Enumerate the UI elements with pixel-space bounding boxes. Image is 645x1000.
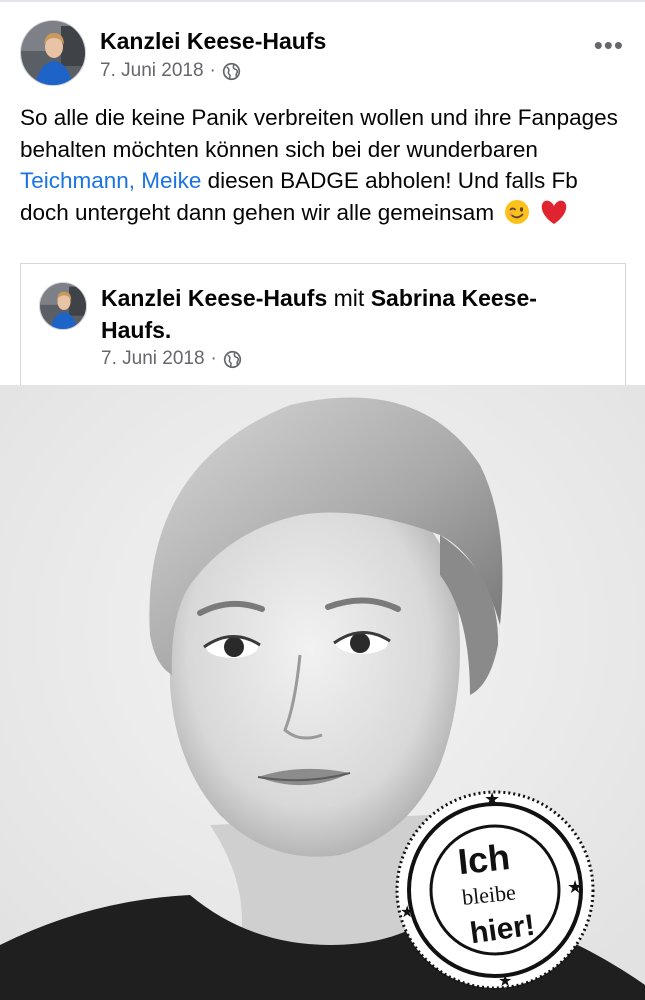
mention-link[interactable]: Teichmann, Meike xyxy=(20,168,201,193)
shared-meta-separator: · xyxy=(210,348,217,369)
badge-line1: Ich xyxy=(456,836,512,882)
red-heart-emoji xyxy=(541,200,566,224)
shared-post-date[interactable]: 7. Juni 2018 xyxy=(101,348,205,370)
svg-text:★: ★ xyxy=(484,789,500,810)
shared-post-card[interactable]: Kanzlei Keese-Haufs mit Sabrina Keese-Ha… xyxy=(20,263,626,385)
shared-post-title: Kanzlei Keese-Haufs mit Sabrina Keese-Ha… xyxy=(101,282,601,346)
shared-author-name[interactable]: Kanzlei Keese-Haufs xyxy=(101,285,327,311)
post-author-name[interactable]: Kanzlei Keese-Haufs xyxy=(100,28,326,55)
shared-page-avatar[interactable] xyxy=(39,282,87,330)
globe-icon xyxy=(222,62,241,80)
post-header: Kanzlei Keese-Haufs 7. Juni 2018 · ••• xyxy=(20,20,630,90)
meta-separator: · xyxy=(209,60,216,81)
more-options-button[interactable]: ••• xyxy=(594,30,624,61)
post-date[interactable]: 7. Juni 2018 xyxy=(100,60,204,82)
top-divider xyxy=(0,0,645,2)
globe-icon xyxy=(223,350,242,368)
svg-text:★: ★ xyxy=(567,877,583,898)
winking-face-emoji xyxy=(505,199,530,224)
shared-post-meta: 7. Juni 2018 · xyxy=(101,348,242,370)
svg-text:★: ★ xyxy=(498,971,512,990)
post-meta: 7. Juni 2018 · xyxy=(100,60,241,82)
post-text-part1: So alle die keine Panik verbreiten wolle… xyxy=(20,105,618,162)
post-text: So alle die keine Panik verbreiten wolle… xyxy=(20,102,630,228)
page-avatar[interactable] xyxy=(20,20,86,86)
badge-sticker: ★ ★ ★ ★ Ich bleibe hier! xyxy=(395,789,595,990)
post-photo[interactable]: ★ ★ ★ ★ Ich bleibe hier! xyxy=(0,385,645,1000)
svg-text:★: ★ xyxy=(400,902,414,921)
with-word: mit xyxy=(333,285,365,311)
